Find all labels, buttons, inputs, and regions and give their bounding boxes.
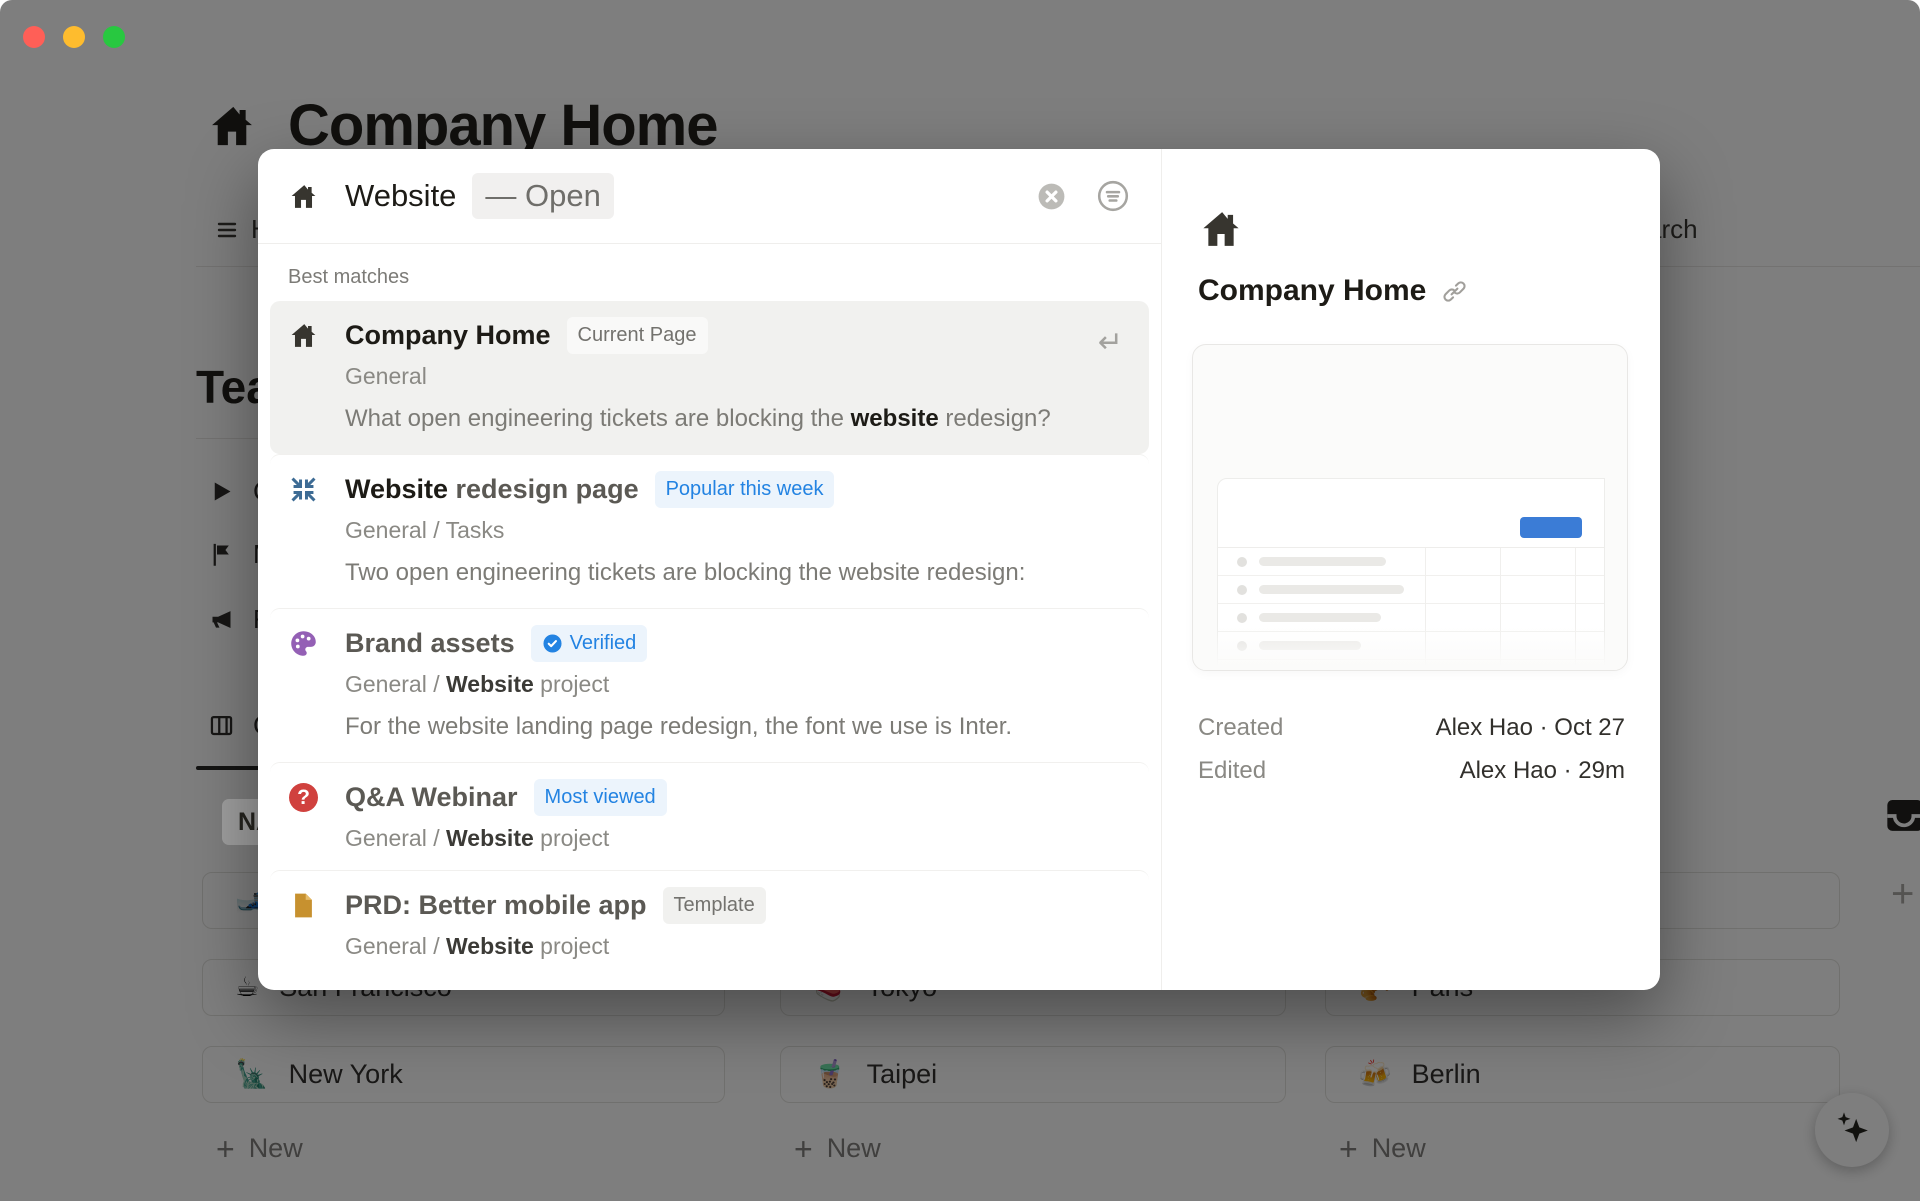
preview-blue-button (1520, 517, 1582, 538)
result-path: General / Website project (345, 825, 1123, 852)
search-result-row[interactable]: ? Q&A Webinar Most viewed General / Webs… (270, 762, 1149, 870)
search-autocomplete-suggestion: — Open (472, 173, 613, 219)
created-row: Created Alex Hao · Oct 27 (1198, 714, 1625, 742)
return-key-icon: ↵ (1098, 325, 1123, 360)
home-preview-icon (1198, 206, 1244, 252)
collapse-result-icon (288, 474, 319, 505)
palette-result-icon (288, 628, 319, 659)
link-icon[interactable] (1442, 279, 1467, 304)
question-result-icon: ? (288, 782, 319, 813)
edited-label: Edited (1198, 757, 1266, 785)
zoom-window-button[interactable] (103, 26, 125, 48)
filter-icon[interactable] (1095, 178, 1131, 214)
results-list: Company Home Current Page ↵ General What… (258, 301, 1161, 990)
created-value: Alex Hao · Oct 27 (1436, 714, 1625, 742)
result-snippet: What open engineering tickets are blocki… (345, 402, 1065, 436)
preview-pane: Company Home (1161, 149, 1660, 990)
search-result-row[interactable]: PRD: Better mobile app Template General … (270, 870, 1149, 978)
page-preview-thumbnail[interactable] (1192, 344, 1628, 671)
result-path: General (345, 363, 1123, 390)
search-result-row[interactable]: Brand assets Verified General / Website … (270, 608, 1149, 762)
results-section-label: Best matches (258, 244, 1161, 301)
result-snippet: For the website landing page redesign, t… (345, 710, 1065, 744)
search-bar[interactable]: Website — Open (258, 149, 1161, 244)
edited-row: Edited Alex Hao · 29m (1198, 757, 1625, 785)
result-path: General / Website project (345, 671, 1123, 698)
home-result-icon (288, 320, 319, 351)
result-badge: Template (663, 887, 766, 924)
edited-value: Alex Hao · 29m (1460, 757, 1625, 785)
result-path: General / Website project (345, 933, 1123, 960)
result-badge: Popular this week (655, 471, 835, 508)
window-controls (23, 26, 125, 48)
result-path: General / Tasks (345, 517, 1123, 544)
result-badge: Current Page (567, 317, 708, 354)
search-input[interactable]: Website (345, 178, 456, 214)
home-scope-icon (288, 181, 319, 212)
search-result-row[interactable]: Website redesign page Popular this week … (270, 454, 1149, 608)
clear-search-icon[interactable] (1036, 181, 1067, 212)
result-snippet: Two open engineering tickets are blockin… (345, 556, 1065, 590)
search-modal: Website — Open Best matches Company Home… (258, 149, 1660, 990)
minimize-window-button[interactable] (63, 26, 85, 48)
search-results-pane: Website — Open Best matches Company Home… (258, 149, 1161, 990)
created-label: Created (1198, 714, 1283, 742)
app-window: Company Home H arch Tea C M F (0, 0, 1920, 1201)
search-result-row[interactable]: Company Home Current Page ↵ General What… (270, 301, 1149, 454)
doc-result-icon (288, 890, 319, 921)
close-window-button[interactable] (23, 26, 45, 48)
result-badge: Most viewed (534, 779, 667, 816)
preview-title: Company Home (1198, 274, 1426, 308)
result-badge: Verified (531, 625, 648, 662)
